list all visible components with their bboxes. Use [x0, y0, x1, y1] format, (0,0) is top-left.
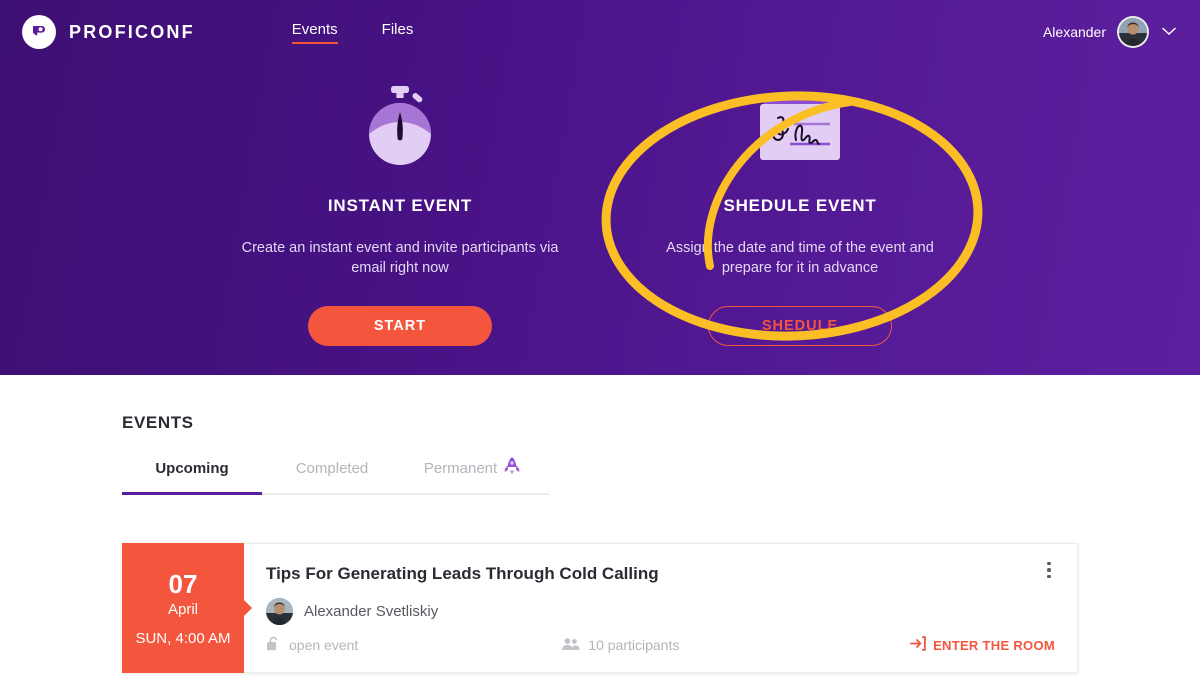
event-card[interactable]: 07 April SUN, 4:00 AM Tips For Generatin… [122, 543, 1078, 673]
tab-permanent[interactable]: Permanent [402, 457, 542, 493]
signed-note-icon [760, 76, 840, 168]
event-date-block: 07 April SUN, 4:00 AM [122, 543, 244, 673]
event-access-label: open event [289, 637, 359, 653]
participants-icon [562, 637, 580, 654]
event-date-time: SUN, 4:00 AM [135, 630, 231, 647]
enter-room-icon [910, 636, 926, 654]
avatar [266, 598, 293, 625]
kebab-dot [1047, 574, 1051, 579]
hero-card-description: Assign the date and time of the event an… [666, 240, 934, 276]
user-name: Alexander [1042, 24, 1106, 40]
start-button[interactable]: START [308, 306, 492, 346]
event-date-day: 07 [168, 569, 198, 599]
tab-upcoming[interactable]: Upcoming [122, 457, 262, 495]
hero-cards: INSTANT EVENT Create an instant event an… [0, 64, 1200, 346]
hero-card-schedule-event: SHEDULE EVENT Assign the date and time o… [600, 76, 1000, 346]
rocket-icon [504, 457, 520, 479]
kebab-dot [1047, 568, 1051, 572]
enter-the-room-button[interactable]: ENTER THE ROOM [910, 636, 1055, 654]
navbar: PROFICONF Events Files Alexander [0, 0, 1200, 64]
nav-link-files[interactable]: Files [382, 21, 414, 43]
event-participants-label: 10 participants [588, 637, 680, 653]
event-title: Tips For Generating Leads Through Cold C… [266, 564, 659, 583]
proficonf-p-logo-icon [22, 15, 56, 49]
events-section: EVENTS Upcoming Completed Permanent 07 A… [0, 375, 1200, 673]
event-access: open event [266, 635, 358, 655]
page-title: EVENTS [122, 413, 194, 432]
brand-name: PROFICONF [69, 21, 195, 42]
tab-completed[interactable]: Completed [262, 457, 402, 493]
user-menu[interactable]: Alexander [1043, 16, 1176, 48]
hero-card-title: SHEDULE EVENT [723, 196, 877, 215]
stopwatch-icon [359, 76, 441, 168]
event-host-name: Alexander Svetliskiy [304, 603, 439, 620]
nav-links: Events Files [291, 21, 414, 44]
kebab-menu-icon[interactable] [1039, 558, 1059, 582]
event-participants: 10 participants [562, 637, 679, 654]
events-tabs: Upcoming Completed Permanent [122, 457, 549, 495]
nav-link-events[interactable]: Events [291, 21, 338, 44]
hero-card-description: Create an instant event and invite parti… [241, 240, 559, 276]
event-meta: open event 10 participants ENTER THE ROO… [266, 635, 1055, 655]
event-host: Alexander Svetliskiy [266, 598, 1055, 625]
unlock-icon [266, 635, 281, 655]
tab-label: Upcoming [155, 459, 229, 477]
brand-logo[interactable]: PROFICONF [22, 15, 195, 49]
event-body: Tips For Generating Leads Through Cold C… [244, 544, 1077, 672]
hero-card-instant-event: INSTANT EVENT Create an instant event an… [200, 76, 600, 346]
event-date-month: April [167, 601, 198, 618]
avatar [1117, 16, 1149, 48]
tab-label: Permanent [423, 459, 498, 477]
chevron-down-icon [1162, 23, 1176, 41]
kebab-dot [1047, 561, 1051, 566]
enter-room-label: ENTER THE ROOM [933, 637, 1055, 653]
hero-section: PROFICONF Events Files Alexander INSTANT… [0, 0, 1200, 375]
tab-label: Completed [295, 459, 369, 477]
schedule-button[interactable]: SHEDULE [708, 306, 892, 346]
hero-card-title: INSTANT EVENT [327, 196, 473, 215]
